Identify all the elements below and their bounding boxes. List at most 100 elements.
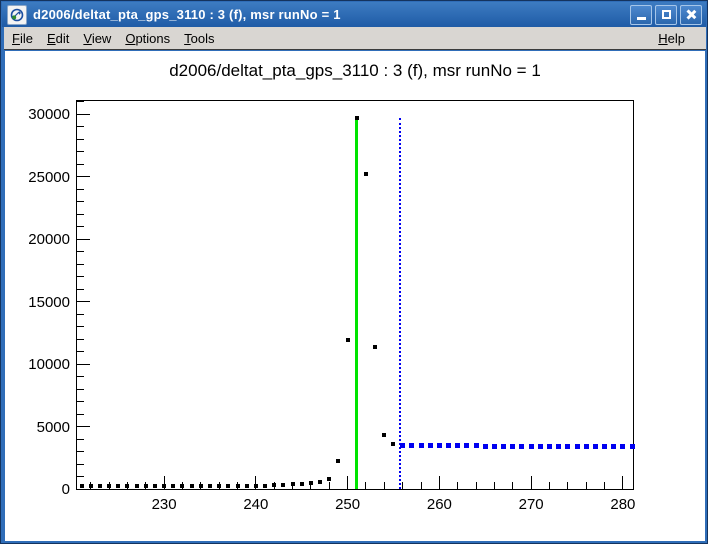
close-button[interactable] [680,5,702,25]
x-minor-tick [421,482,422,489]
y-minor-tick [77,314,84,315]
y-minor-tick [77,326,84,327]
x-tick-label: 280 [595,496,651,513]
x-minor-tick [329,482,330,489]
t0-line [355,118,358,489]
x-major-tick [439,476,440,489]
histogram-data-point [236,484,240,488]
histogram-data-point [382,433,386,437]
menu-help[interactable]: Help [658,31,685,46]
menu-options[interactable]: Options [125,31,170,46]
post-first-good-bin-data-point [529,444,534,449]
histogram-data-point [281,483,285,487]
x-minor-tick [384,482,385,489]
plot-area[interactable]: 2302402502602702800500010000150002000025… [5,51,705,541]
x-minor-tick [476,482,477,489]
histogram-data-point [144,484,148,488]
post-first-good-bin-data-point [446,443,451,448]
histogram-data-point [180,484,184,488]
x-minor-tick [512,482,513,489]
post-first-good-bin-data-point [538,444,543,449]
x-minor-tick [567,482,568,489]
y-minor-tick [77,439,84,440]
maximize-icon [662,10,671,19]
y-tick-label: 5000 [8,419,70,436]
y-tick-label: 30000 [8,106,70,123]
histogram-data-point [80,484,84,488]
maximize-button[interactable] [655,5,677,25]
x-minor-tick [365,482,366,489]
histogram-data-point [208,484,212,488]
menubar: File Edit View Options Tools Help [4,27,706,50]
histogram-data-point [190,484,194,488]
post-first-good-bin-data-point [630,444,635,449]
y-minor-tick [77,251,84,252]
histogram-data-point [336,459,340,463]
menu-tools[interactable]: Tools [184,31,214,46]
y-major-tick [77,364,90,365]
y-minor-tick [77,151,84,152]
y-minor-tick [77,201,84,202]
histogram-data-point [135,484,139,488]
histogram-data-point [116,484,120,488]
minimize-icon [637,17,646,20]
y-minor-tick [77,339,84,340]
histogram-data-point [153,484,157,488]
y-minor-tick [77,401,84,402]
histogram-data-point [318,480,322,484]
histogram-data-point [355,116,359,120]
x-tick-label: 230 [136,496,192,513]
histogram-data-point [346,338,350,342]
y-minor-tick [77,226,84,227]
y-tick-label: 15000 [8,294,70,311]
post-first-good-bin-data-point [474,443,479,448]
post-first-good-bin-data-point [409,443,414,448]
y-major-tick [77,426,90,427]
y-major-tick [77,176,90,177]
post-first-good-bin-data-point [437,443,442,448]
post-first-good-bin-data-point [400,443,405,448]
post-first-good-bin-data-point [593,444,598,449]
menu-file[interactable]: File [12,31,33,46]
x-major-tick [622,476,623,489]
y-tick-label: 0 [8,481,70,498]
window-titlebar[interactable]: d2006/deltat_pta_gps_3110 : 3 (f), msr r… [2,2,706,27]
y-minor-tick [77,351,84,352]
root-logo-icon [7,5,27,25]
histogram-data-point [162,484,166,488]
y-major-tick [77,301,90,302]
x-minor-tick [604,482,605,489]
post-first-good-bin-data-point [519,444,524,449]
x-major-tick [531,476,532,489]
x-tick-label: 250 [320,496,376,513]
window-controls [627,5,702,25]
post-first-good-bin-data-point [620,444,625,449]
post-first-good-bin-data-point [510,444,515,449]
histogram-data-point [391,442,395,446]
menu-edit[interactable]: Edit [47,31,69,46]
root-canvas-window: d2006/deltat_pta_gps_3110 : 3 (f), msr r… [0,0,708,544]
plot-canvas[interactable]: d2006/deltat_pta_gps_3110 : 3 (f), msr r… [5,51,705,541]
histogram-data-point [300,482,304,486]
y-minor-tick [77,476,84,477]
post-first-good-bin-data-point [611,444,616,449]
post-first-good-bin-data-point [547,444,552,449]
x-major-tick [347,476,348,489]
y-tick-label: 10000 [8,356,70,373]
y-major-tick [77,114,90,115]
minimize-button[interactable] [630,5,652,25]
post-first-good-bin-data-point [501,444,506,449]
x-minor-tick [457,482,458,489]
histogram-data-point [272,483,276,487]
y-minor-tick [77,189,84,190]
histogram-data-point [125,484,129,488]
x-tick-label: 240 [228,496,284,513]
menu-view[interactable]: View [83,31,111,46]
menubar-left: File Edit View Options Tools [4,31,658,46]
y-minor-tick [77,376,84,377]
histogram-data-point [263,484,267,488]
post-first-good-bin-data-point [602,444,607,449]
window-title: d2006/deltat_pta_gps_3110 : 3 (f), msr r… [33,7,627,22]
post-first-good-bin-data-point [565,444,570,449]
x-minor-tick [586,482,587,489]
